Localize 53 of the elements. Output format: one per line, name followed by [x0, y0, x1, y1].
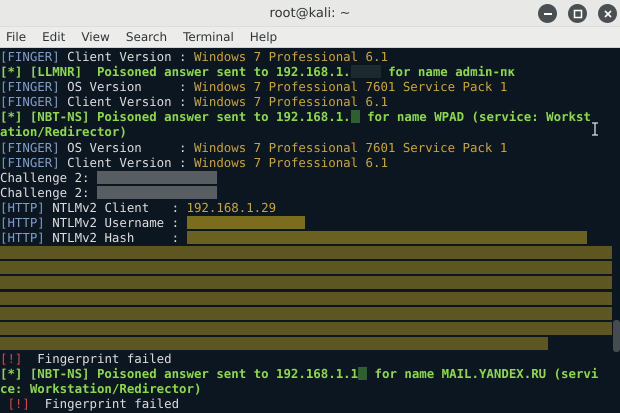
log-tag: [FINGER]: [0, 49, 60, 64]
minimize-button[interactable]: [538, 4, 557, 23]
menu-item[interactable]: File: [6, 30, 34, 44]
log-event: for name WPAD (service: Workst: [366, 109, 591, 124]
menu-item[interactable]: Search: [126, 30, 176, 44]
menu-item[interactable]: Edit: [42, 30, 74, 44]
log-text: Fingerprint failed: [36, 350, 172, 366]
redaction-blur: [358, 367, 368, 380]
error-tag: [!]: [0, 350, 22, 366]
maximize-icon: [572, 8, 582, 18]
window-title: root@kali: ~: [270, 6, 350, 20]
log-event: [*] [NBT-NS] Poisoned answer sent to 192.168.1.: [0, 109, 351, 124]
terminal-area[interactable]: [0, 48, 620, 413]
menu-item[interactable]: Help: [250, 30, 286, 44]
log-value: Windows 7 Professional 6.1: [194, 49, 388, 64]
close-button[interactable]: [598, 4, 617, 23]
log-tag: [FINGER]: [0, 79, 60, 94]
text-cursor-icon: [591, 122, 599, 136]
log-tag: [FINGER]: [0, 94, 60, 110]
log-tag: [HTTP]: [0, 215, 45, 230]
log-tag: [FINGER]: [0, 140, 60, 155]
log-event: ation/Redirector): [0, 124, 127, 140]
log-tag: [FINGER]: [0, 154, 60, 170]
log-tag: [HTTP]: [0, 230, 45, 246]
log-text: Challenge 2:: [0, 170, 91, 185]
log-value: 192.168.1.29: [186, 200, 276, 216]
log-text: NTLMv2 Client :: [52, 200, 180, 216]
maximize-button[interactable]: [568, 4, 587, 23]
log-text: OS Version :: [66, 140, 188, 155]
log-value: Windows 7 Professional 7601 Service Pack 1: [194, 140, 508, 155]
log-event: [*] [LLMNR] Poisoned answer sent to 192.168.1.: [0, 64, 351, 80]
log-value: Windows 7 Professional 6.1: [194, 154, 388, 170]
log-event: for name MAIL.YANDEX.RU (servi: [374, 366, 598, 382]
scrollbar-thumb[interactable]: [613, 320, 620, 352]
log-event: [*] [NBT-NS] Poisoned answer sent to 192.168.1.1: [0, 366, 358, 382]
log-value: Windows 7 Professional 7601 Service Pack 1: [194, 79, 508, 94]
log-text: Fingerprint failed: [44, 396, 180, 412]
log-tag: [HTTP]: [0, 200, 45, 216]
log-event: for name admin-пк: [387, 64, 515, 80]
log-text: Client Version :: [66, 94, 188, 110]
menu-item[interactable]: Terminal: [183, 30, 242, 44]
log-value: Windows 7 Professional 6.1: [194, 94, 388, 110]
log-text: Client Version :: [66, 49, 188, 64]
log-text: NTLMv2 Hash :: [51, 230, 180, 246]
log-text: NTLMv2 Username :: [51, 215, 180, 230]
menu-item[interactable]: View: [81, 30, 118, 44]
error-tag: [!]: [0, 396, 30, 412]
log-text: OS Version :: [66, 79, 188, 94]
log-event: ce: Workstation/Redirector): [0, 381, 202, 396]
log-text: Client Version :: [66, 154, 188, 170]
redaction-blur: [350, 110, 360, 124]
log-text: Challenge 2:: [0, 184, 91, 200]
close-icon: [602, 8, 612, 18]
